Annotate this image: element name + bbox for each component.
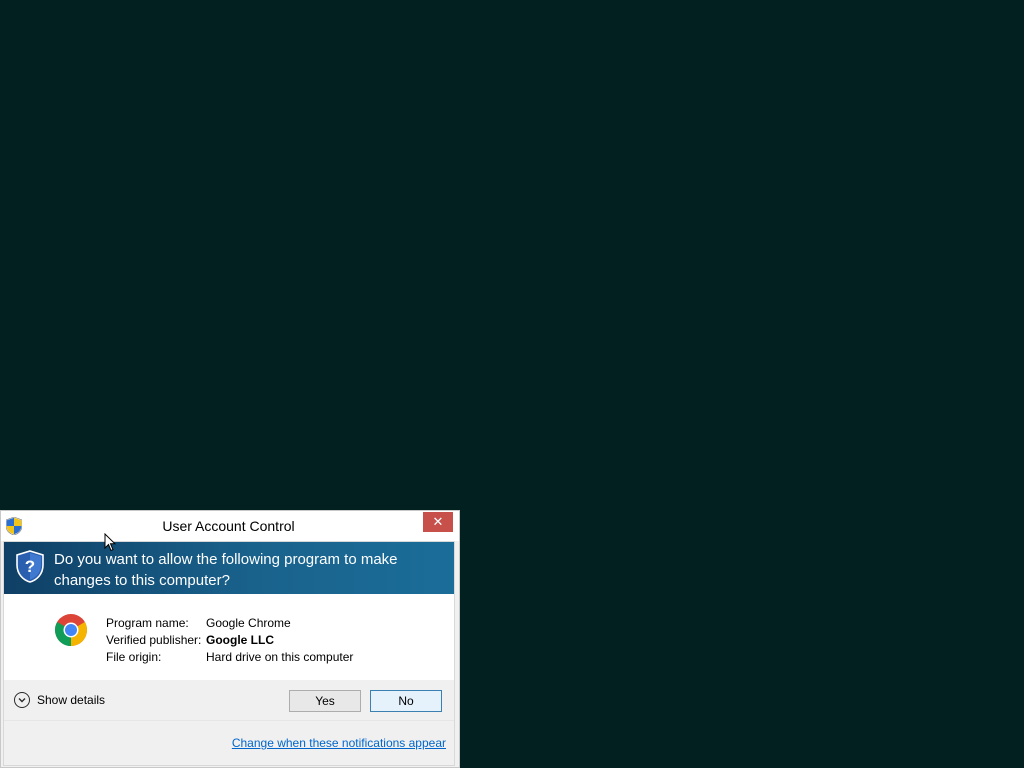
uac-dialog: User Account Control ✕ ? Do you want to … [0, 510, 460, 768]
question-text: Do you want to allow the following progr… [54, 551, 398, 589]
yes-button[interactable]: Yes [289, 690, 361, 712]
program-name-label: Program name: [106, 615, 189, 630]
program-name-row: Program name: Google Chrome [106, 614, 353, 631]
publisher-row: Verified publisher: Google LLC [106, 631, 353, 648]
divider [4, 720, 454, 721]
file-origin-value: Hard drive on this computer [206, 649, 354, 664]
program-info-panel: Program name: Google Chrome Verified pub… [4, 594, 454, 680]
program-name-value: Google Chrome [206, 615, 291, 630]
chevron-down-icon [14, 692, 30, 708]
chevron-down-glyph [18, 698, 26, 703]
close-button[interactable]: ✕ [423, 512, 453, 532]
file-origin-row: File origin: Hard drive on this computer [106, 648, 353, 665]
svg-text:?: ? [25, 557, 35, 576]
dialog-content: ? Do you want to allow the following pro… [3, 541, 455, 766]
title-bar[interactable]: User Account Control ✕ [1, 511, 459, 541]
file-origin-label: File origin: [106, 649, 162, 664]
publisher-label: Verified publisher: [106, 632, 202, 647]
show-details-toggle[interactable]: Show details [14, 692, 105, 708]
change-notifications-link[interactable]: Change when these notifications appear [232, 736, 446, 750]
window-title: User Account Control [162, 518, 295, 534]
no-button[interactable]: No [370, 690, 442, 712]
question-banner: ? Do you want to allow the following pro… [4, 542, 454, 594]
shield-question-icon: ? [16, 550, 44, 583]
program-details: Program name: Google Chrome Verified pub… [106, 614, 353, 665]
show-details-label: Show details [37, 693, 106, 707]
chrome-icon [54, 614, 88, 646]
mouse-cursor-icon [104, 533, 116, 552]
publisher-value: Google LLC [206, 632, 274, 647]
